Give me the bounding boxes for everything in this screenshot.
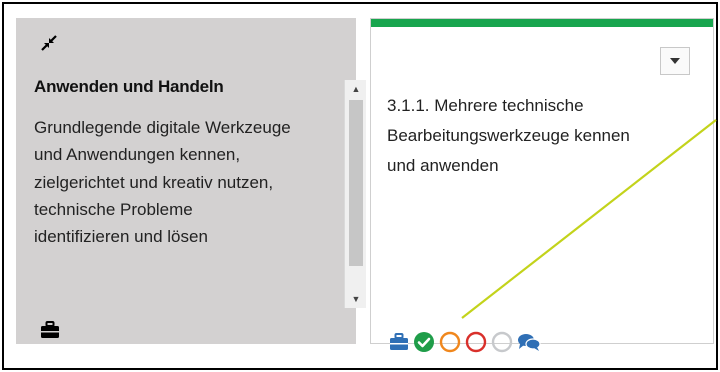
check-circle-icon[interactable]	[413, 331, 435, 353]
screenshot-frame: Anwenden und Handeln Grundlegende digita…	[2, 2, 718, 370]
collapse-arrows-icon[interactable]	[38, 32, 60, 54]
briefcase-icon[interactable]	[40, 321, 60, 344]
caret-down-icon	[670, 58, 680, 64]
scroll-up-arrow-icon[interactable]: ▲	[345, 80, 367, 98]
description-line: und Anwendungen kennen,	[34, 145, 241, 165]
competence-area-card[interactable]: Anwenden und Handeln Grundlegende digita…	[16, 18, 366, 344]
status-icon-row	[389, 330, 541, 354]
competence-item-text: 3.1.1. Mehrere technische Bearbeitungswe…	[387, 91, 687, 181]
circle-outline-grey-icon[interactable]	[491, 331, 513, 353]
competence-area-title: Anwenden und Handeln	[34, 77, 224, 96]
circle-outline-orange-icon[interactable]	[439, 331, 461, 353]
description-line: technische Probleme	[34, 199, 193, 219]
comments-icon[interactable]	[517, 332, 541, 352]
scroll-down-arrow-icon[interactable]: ▼	[345, 290, 367, 308]
description-scrollbar[interactable]: ▲ ▼	[344, 80, 366, 308]
circle-outline-red-icon[interactable]	[465, 331, 487, 353]
card-menu-dropdown-button[interactable]	[660, 47, 690, 75]
item-text-line: 3.1.1. Mehrere technische	[387, 96, 584, 115]
item-text-line: Bearbeitungswerkzeuge kennen	[387, 126, 630, 145]
description-line: identifizieren und lösen	[34, 227, 208, 247]
status-accent-bar	[371, 19, 713, 27]
briefcase-icon[interactable]	[389, 333, 409, 351]
competence-item-card[interactable]: 3.1.1. Mehrere technische Bearbeitungswe…	[370, 18, 714, 353]
item-text-line: und anwenden	[387, 156, 499, 175]
competence-area-description: Grundlegende digitale Werkzeuge und Anwe…	[34, 114, 328, 310]
description-line: Grundlegende digitale Werkzeuge	[34, 118, 291, 137]
scroll-thumb[interactable]	[349, 100, 363, 266]
description-line: zielgerichtet und kreativ nutzen,	[34, 172, 274, 192]
